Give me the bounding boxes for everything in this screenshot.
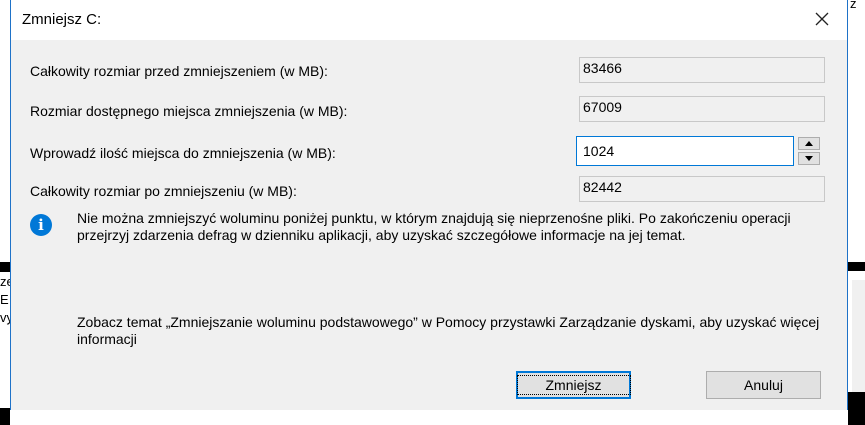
info-message: Nie można zmniejszyć woluminu poniżej pu… xyxy=(77,210,791,243)
chevron-up-icon xyxy=(805,141,813,146)
title-bar: Zmniejsz C: xyxy=(11,0,847,40)
background-divider xyxy=(848,392,865,425)
cancel-button[interactable]: Anuluj xyxy=(706,371,821,399)
chevron-down-icon xyxy=(805,156,813,161)
background-text-fragment: ze xyxy=(0,274,10,289)
dialog-title: Zmniejsz C: xyxy=(22,11,102,28)
help-message: Zobacz temat „Zmniejszanie woluminu pods… xyxy=(77,314,820,347)
shrink-amount-input[interactable] xyxy=(576,136,794,166)
close-button[interactable] xyxy=(805,4,839,34)
shrink-volume-dialog: Zmniejsz C: Całkowity rozmiar przed zmni… xyxy=(10,0,848,410)
total-size-after-value: 82442 xyxy=(579,176,825,202)
background-window-right: z xyxy=(848,0,865,425)
cancel-button-label: Anuluj xyxy=(744,377,783,393)
available-shrink-space-value: 67009 xyxy=(579,96,825,122)
background-window-left: ze E vy xyxy=(0,0,10,425)
total-size-after-label: Całkowity rozmiar po zmniejszeniu (w MB)… xyxy=(30,183,297,199)
stepper-down-button[interactable] xyxy=(798,152,820,165)
stepper-buttons xyxy=(798,137,820,165)
total-size-before-label: Całkowity rozmiar przed zmniejszeniem (w… xyxy=(30,63,328,79)
background-text-fragment: z xyxy=(850,0,857,11)
info-icon: i xyxy=(30,214,52,236)
background-divider xyxy=(0,262,10,272)
total-size-before-value: 83466 xyxy=(579,57,825,83)
background-divider xyxy=(848,262,865,271)
background-text-fragment: vy xyxy=(0,310,10,325)
available-shrink-space-label: Rozmiar dostępnego miejsca zmniejszenia … xyxy=(30,103,348,119)
background-text-fragment: E xyxy=(0,292,9,307)
close-icon xyxy=(815,12,829,26)
background-divider xyxy=(0,408,10,425)
shrink-button[interactable]: Zmniejsz xyxy=(516,371,631,399)
background-scrollbar xyxy=(852,280,865,392)
shrink-amount-label: Wprowadź ilość miejsca do zmniejszenia (… xyxy=(30,145,336,161)
shrink-button-label: Zmniejsz xyxy=(516,375,631,395)
shrink-amount-stepper xyxy=(576,136,832,166)
stepper-up-button[interactable] xyxy=(798,137,820,150)
